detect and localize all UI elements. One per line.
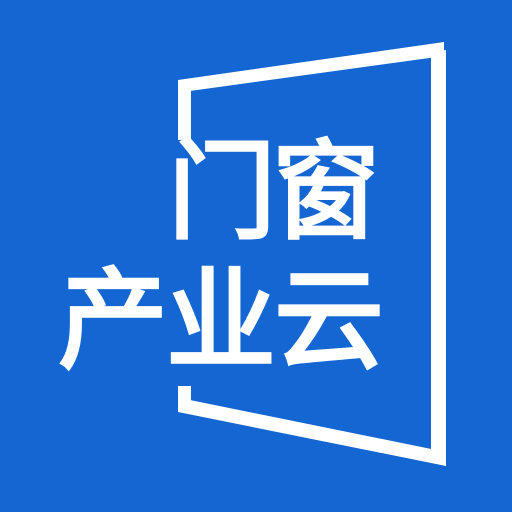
app-icon: 门窗 产业云 (0, 0, 512, 512)
brand-text-line-2: 产业云 (58, 256, 384, 385)
brand-text-line-1: 门窗 (168, 129, 380, 255)
